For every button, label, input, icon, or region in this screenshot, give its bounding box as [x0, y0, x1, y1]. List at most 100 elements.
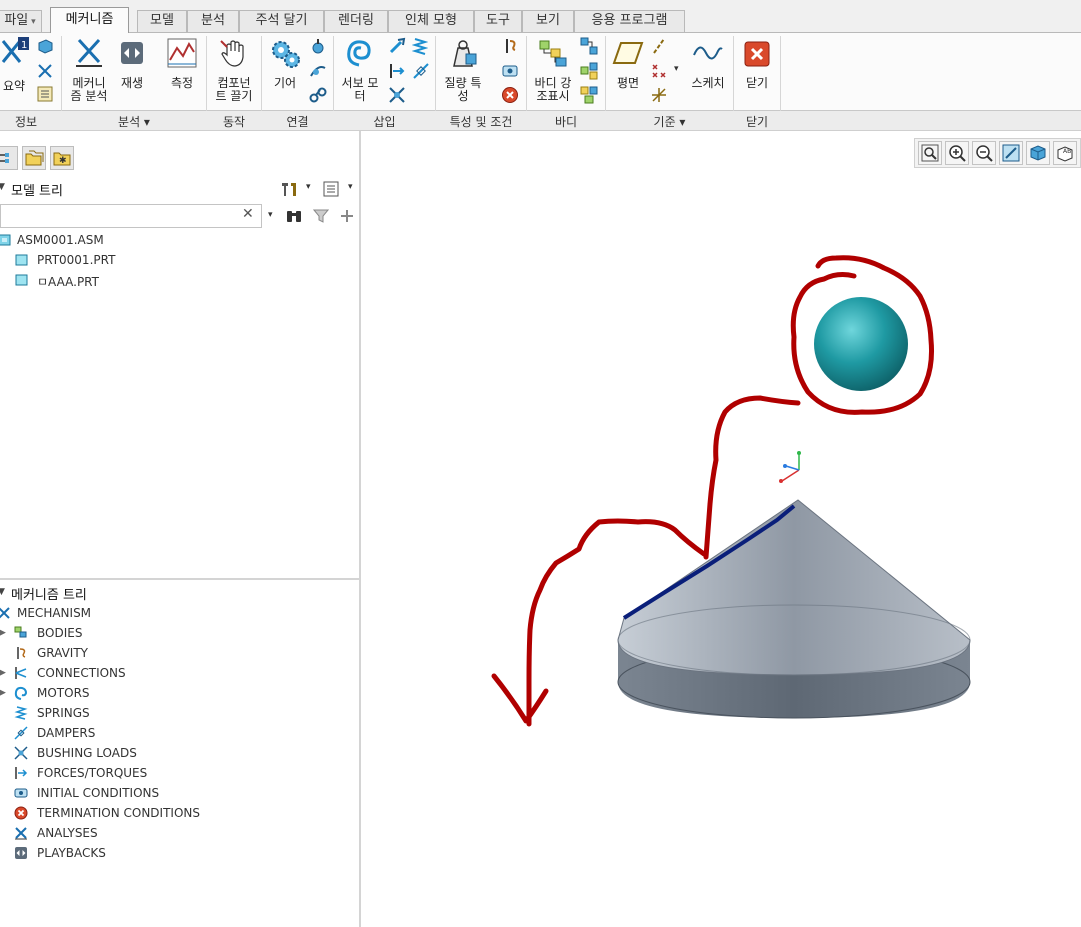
initial-condition-icon[interactable]	[501, 62, 519, 80]
point-dropdown-icon[interactable]: ▾	[674, 64, 679, 74]
tab-analysis[interactable]: 분석	[187, 10, 239, 32]
initial-conditions-icon	[14, 788, 28, 798]
bodies-icon	[14, 626, 27, 638]
find-binoculars-icon[interactable]	[285, 208, 303, 224]
tree-item-connections[interactable]: CONNECTIONS	[37, 666, 126, 680]
playback-button[interactable]: 재생	[116, 36, 150, 96]
sphere-part[interactable]	[814, 297, 908, 391]
gravity-icon[interactable]	[502, 37, 518, 55]
spring-icon[interactable]	[412, 37, 428, 55]
body-highlight-icon	[539, 40, 567, 67]
servo-motor-button[interactable]: 서보 모 터	[337, 36, 383, 106]
tab-applications[interactable]: 응용 프로그램	[574, 10, 685, 32]
favorites-icon: ✱	[53, 152, 71, 166]
tree-item-analyses[interactable]: ANALYSES	[37, 826, 98, 840]
expand-arrow-icon[interactable]: ▶	[0, 628, 6, 638]
tab-file[interactable]: 파일 ▾	[0, 10, 42, 32]
group-label-datum[interactable]: 기준 ▾	[606, 113, 733, 130]
body-highlight-label: 조표시	[536, 89, 570, 103]
coordinate-system-icon[interactable]	[650, 86, 668, 104]
slot-icon[interactable]	[309, 62, 327, 80]
tree-item-springs[interactable]: SPRINGS	[37, 706, 90, 720]
measure-button[interactable]: 측정	[164, 36, 200, 96]
tree-item-aaa[interactable]: ㅁAAA.PRT	[37, 273, 99, 290]
tab-mechanism[interactable]: 메커니즘	[50, 7, 129, 33]
tree-item-prt0001[interactable]: PRT0001.PRT	[37, 253, 115, 267]
sketch-button[interactable]: 스케치	[686, 36, 730, 96]
tab-view[interactable]: 보기	[522, 10, 574, 32]
clear-search-icon[interactable]: ✕	[242, 206, 254, 222]
tree-item-bodies[interactable]: BODIES	[37, 626, 82, 640]
search-dropdown-icon[interactable]: ▾	[268, 210, 273, 220]
body-definition-icon[interactable]	[580, 37, 598, 55]
tab-render[interactable]: 렌더링	[324, 10, 388, 32]
tree-item-motors[interactable]: MOTORS	[37, 686, 90, 700]
force-torque-icon[interactable]	[388, 62, 406, 80]
panel-splitter[interactable]	[0, 578, 360, 580]
force-motor-icon[interactable]	[388, 37, 406, 55]
tree-item-forces-torques[interactable]: FORCES/TORQUES	[37, 766, 147, 780]
list-icon[interactable]	[37, 86, 53, 102]
tab-tools[interactable]: 도구	[474, 10, 522, 32]
repaint-icon	[1002, 144, 1020, 162]
close-button[interactable]: 닫기	[740, 36, 774, 96]
mechanism-root-icon	[0, 607, 10, 619]
body-split-icon[interactable]	[580, 62, 598, 80]
termination-condition-icon[interactable]	[501, 86, 519, 104]
display-style-button[interactable]	[1026, 141, 1050, 165]
box-icon[interactable]	[36, 37, 54, 55]
plane-button[interactable]: 평면	[609, 36, 647, 96]
zoom-out-button[interactable]	[972, 141, 996, 165]
mass-properties-icon	[453, 40, 477, 67]
filter-icon[interactable]	[313, 208, 329, 224]
add-column-icon[interactable]	[339, 208, 355, 224]
bushing-load-icon[interactable]	[388, 86, 406, 104]
analysis-cross-icon[interactable]	[36, 62, 54, 80]
refit-button[interactable]	[918, 141, 942, 165]
folder-browser-tab[interactable]	[22, 146, 46, 170]
tree-item-gravity[interactable]: GRAVITY	[37, 646, 88, 660]
body-highlight-button[interactable]: 바디 강 조표시	[530, 36, 576, 106]
tab-manikin[interactable]: 인체 모형	[388, 10, 474, 32]
mass-properties-button[interactable]: 질량 특 성	[440, 36, 486, 106]
point-icon[interactable]	[650, 62, 668, 80]
repaint-button[interactable]	[999, 141, 1023, 165]
tree-item-mechanism[interactable]: MECHANISM	[17, 606, 91, 620]
graphics-viewport[interactable]	[362, 170, 1081, 927]
tree-settings-dropdown-icon[interactable]: ▾	[306, 182, 311, 192]
collapse-arrow-icon[interactable]: ▼	[0, 587, 5, 597]
expand-arrow-icon[interactable]: ▶	[0, 688, 6, 698]
tree-item-termination-conditions[interactable]: TERMINATION CONDITIONS	[37, 806, 200, 820]
collapse-arrow-icon[interactable]: ▼	[0, 182, 5, 192]
tree-item-asm0001[interactable]: ASM0001.ASM	[17, 233, 104, 247]
tree-item-dampers[interactable]: DAMPERS	[37, 726, 95, 740]
saved-orientations-button[interactable]: AB	[1053, 141, 1077, 165]
playback-label: 재생	[120, 76, 144, 90]
axis-icon[interactable]	[651, 37, 667, 55]
zoom-in-button[interactable]	[945, 141, 969, 165]
tree-settings-icon[interactable]	[279, 180, 299, 198]
tree-item-bushing-loads[interactable]: BUSHING LOADS	[37, 746, 137, 760]
group-label-analysis[interactable]: 분석 ▾	[62, 113, 206, 130]
show-options-dropdown-icon[interactable]: ▾	[348, 182, 353, 192]
gear-button[interactable]: 기어	[266, 36, 304, 96]
favorites-tab[interactable]: ✱	[50, 146, 74, 170]
tree-item-playbacks[interactable]: PLAYBACKS	[37, 846, 106, 860]
tab-annotate[interactable]: 주석 달기	[239, 10, 324, 32]
tab-model[interactable]: 모델	[137, 10, 187, 32]
expand-arrow-icon[interactable]: ▶	[0, 668, 6, 678]
mechanism-analysis-button[interactable]: 메커니 즘 분석	[66, 36, 112, 106]
body-group-icon[interactable]	[580, 86, 598, 104]
cam-icon[interactable]	[309, 37, 327, 55]
model-tree-tab[interactable]	[0, 146, 18, 170]
cone-part[interactable]	[617, 499, 971, 719]
belt-icon[interactable]	[309, 86, 327, 104]
damper-icon[interactable]	[412, 62, 430, 80]
show-options-icon[interactable]	[322, 180, 340, 198]
summary-button[interactable]: 1 요약	[0, 36, 32, 96]
drag-components-button[interactable]: 컴포넌 트 끌기	[210, 36, 258, 106]
tree-search-input[interactable]	[3, 207, 233, 225]
tree-search-field[interactable]: ✕	[0, 204, 262, 228]
summary-label: 요약	[2, 79, 26, 93]
tree-item-initial-conditions[interactable]: INITIAL CONDITIONS	[37, 786, 159, 800]
